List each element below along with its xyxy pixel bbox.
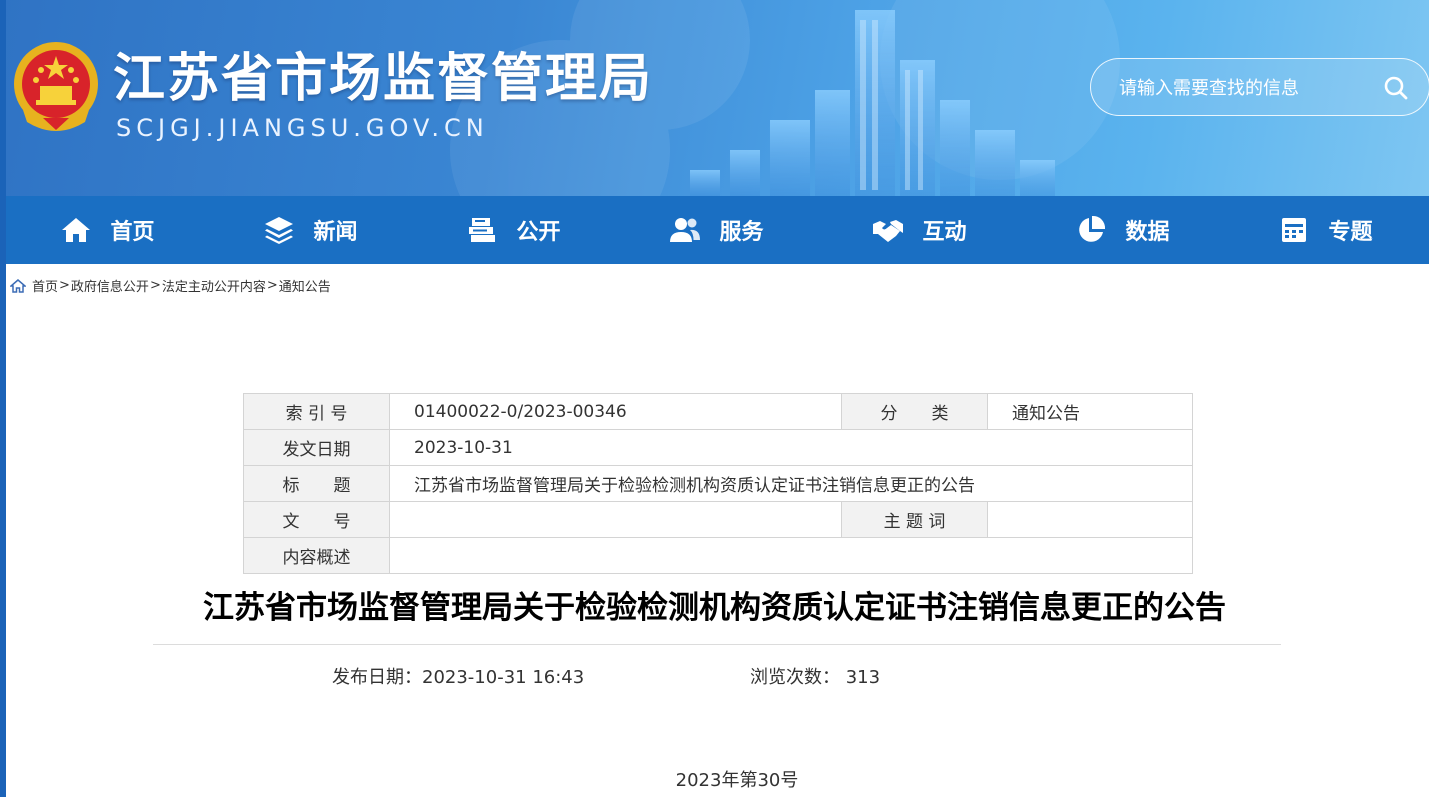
- breadcrumb-statutory-content[interactable]: 法定主动公开内容: [162, 276, 266, 295]
- search-input[interactable]: [1119, 73, 1369, 103]
- category-value: 通知公告: [987, 393, 1193, 430]
- users-icon: [670, 218, 701, 242]
- title-divider: [153, 644, 1281, 645]
- view-count-label: 浏览次数：: [750, 667, 840, 688]
- nav-label: 服务: [719, 220, 764, 245]
- index-label: 索 引 号: [243, 393, 390, 430]
- nav-label: 专题: [1328, 220, 1373, 245]
- view-count: 浏览次数： 313: [750, 663, 880, 689]
- home-icon: [62, 218, 91, 242]
- handshake-icon: [873, 220, 904, 242]
- document-info-table: 索 引 号 01400022-0/2023-00346 分 类 通知公告 发文日…: [243, 393, 1193, 574]
- national-emblem-icon: [14, 42, 98, 131]
- breadcrumb-home[interactable]: 首页: [32, 276, 58, 295]
- index-value: 01400022-0/2023-00346: [389, 393, 842, 430]
- table-row: 文 号 主 题 词: [243, 501, 1193, 538]
- nav-item-interaction[interactable]: 互动: [818, 196, 1021, 264]
- nav-item-home[interactable]: 首页: [6, 196, 209, 264]
- search-icon[interactable]: [1381, 73, 1411, 103]
- docno-label: 文 号: [243, 501, 390, 538]
- date-label: 发文日期: [243, 429, 390, 466]
- date-value: 2023-10-31: [389, 429, 1193, 466]
- category-label: 分 类: [841, 393, 988, 430]
- breadcrumb-separator: >: [266, 278, 278, 293]
- breadcrumb-separator: >: [59, 278, 70, 293]
- title-label: 标 题: [243, 465, 390, 502]
- pie-chart-icon: [1079, 215, 1106, 242]
- publish-date-value: 2023-10-31 16:43: [422, 667, 585, 688]
- nav-item-topics[interactable]: 专题: [1224, 196, 1427, 264]
- publish-date-label: 发布日期：: [332, 667, 422, 688]
- nav-label: 公开: [516, 220, 561, 245]
- nav-item-public[interactable]: 公开: [412, 196, 615, 264]
- nav-item-service[interactable]: 服务: [615, 196, 818, 264]
- site-title: 江苏省市场监督管理局: [113, 49, 654, 109]
- breadcrumb-gov-info[interactable]: 政府信息公开: [71, 276, 149, 295]
- table-row: 发文日期 2023-10-31: [243, 429, 1193, 466]
- site-domain: SCJGJ.JIANGSU.GOV.CN: [116, 114, 489, 142]
- summary-label: 内容概述: [243, 537, 390, 574]
- table-row: 内容概述: [243, 537, 1193, 574]
- docno-value: [389, 501, 842, 538]
- main-nav: 首页 新闻 公开 服务 互动 数据 专题: [6, 196, 1429, 264]
- nav-label: 新闻: [313, 220, 358, 245]
- left-accent-bar: [0, 0, 6, 797]
- breadcrumb: 首页 > 政府信息公开 > 法定主动公开内容 > 通知公告: [10, 276, 331, 295]
- keyword-label: 主 题 词: [841, 501, 988, 538]
- view-count-value: 313: [845, 667, 881, 688]
- table-row: 标 题 江苏省市场监督管理局关于检验检测机构资质认定证书注销信息更正的公告: [243, 465, 1193, 502]
- document-stack-icon: [469, 218, 496, 242]
- nav-item-data[interactable]: 数据: [1021, 196, 1224, 264]
- nav-label: 数据: [1125, 220, 1170, 245]
- breadcrumb-notices[interactable]: 通知公告: [279, 276, 331, 295]
- nav-item-news[interactable]: 新闻: [209, 196, 412, 264]
- title-value: 江苏省市场监督管理局关于检验检测机构资质认定证书注销信息更正的公告: [389, 465, 1193, 502]
- publish-date: 发布日期：2023-10-31 16:43: [332, 663, 584, 689]
- layers-icon: [265, 217, 294, 244]
- keyword-value: [987, 501, 1193, 538]
- calendar-icon: [1282, 218, 1307, 242]
- search-box: [1090, 58, 1429, 116]
- summary-value: [389, 537, 1193, 574]
- nav-label: 首页: [110, 220, 155, 245]
- site-header: 江苏省市场监督管理局 SCJGJ.JIANGSU.GOV.CN: [0, 0, 1429, 196]
- nav-label: 互动: [922, 220, 967, 245]
- table-row: 索 引 号 01400022-0/2023-00346 分 类 通知公告: [243, 393, 1193, 430]
- breadcrumb-home-icon: [10, 278, 26, 293]
- article-title: 江苏省市场监督管理局关于检验检测机构资质认定证书注销信息更正的公告: [203, 590, 1226, 626]
- breadcrumb-separator: >: [149, 278, 161, 293]
- issue-number: 2023年第30号: [675, 770, 799, 791]
